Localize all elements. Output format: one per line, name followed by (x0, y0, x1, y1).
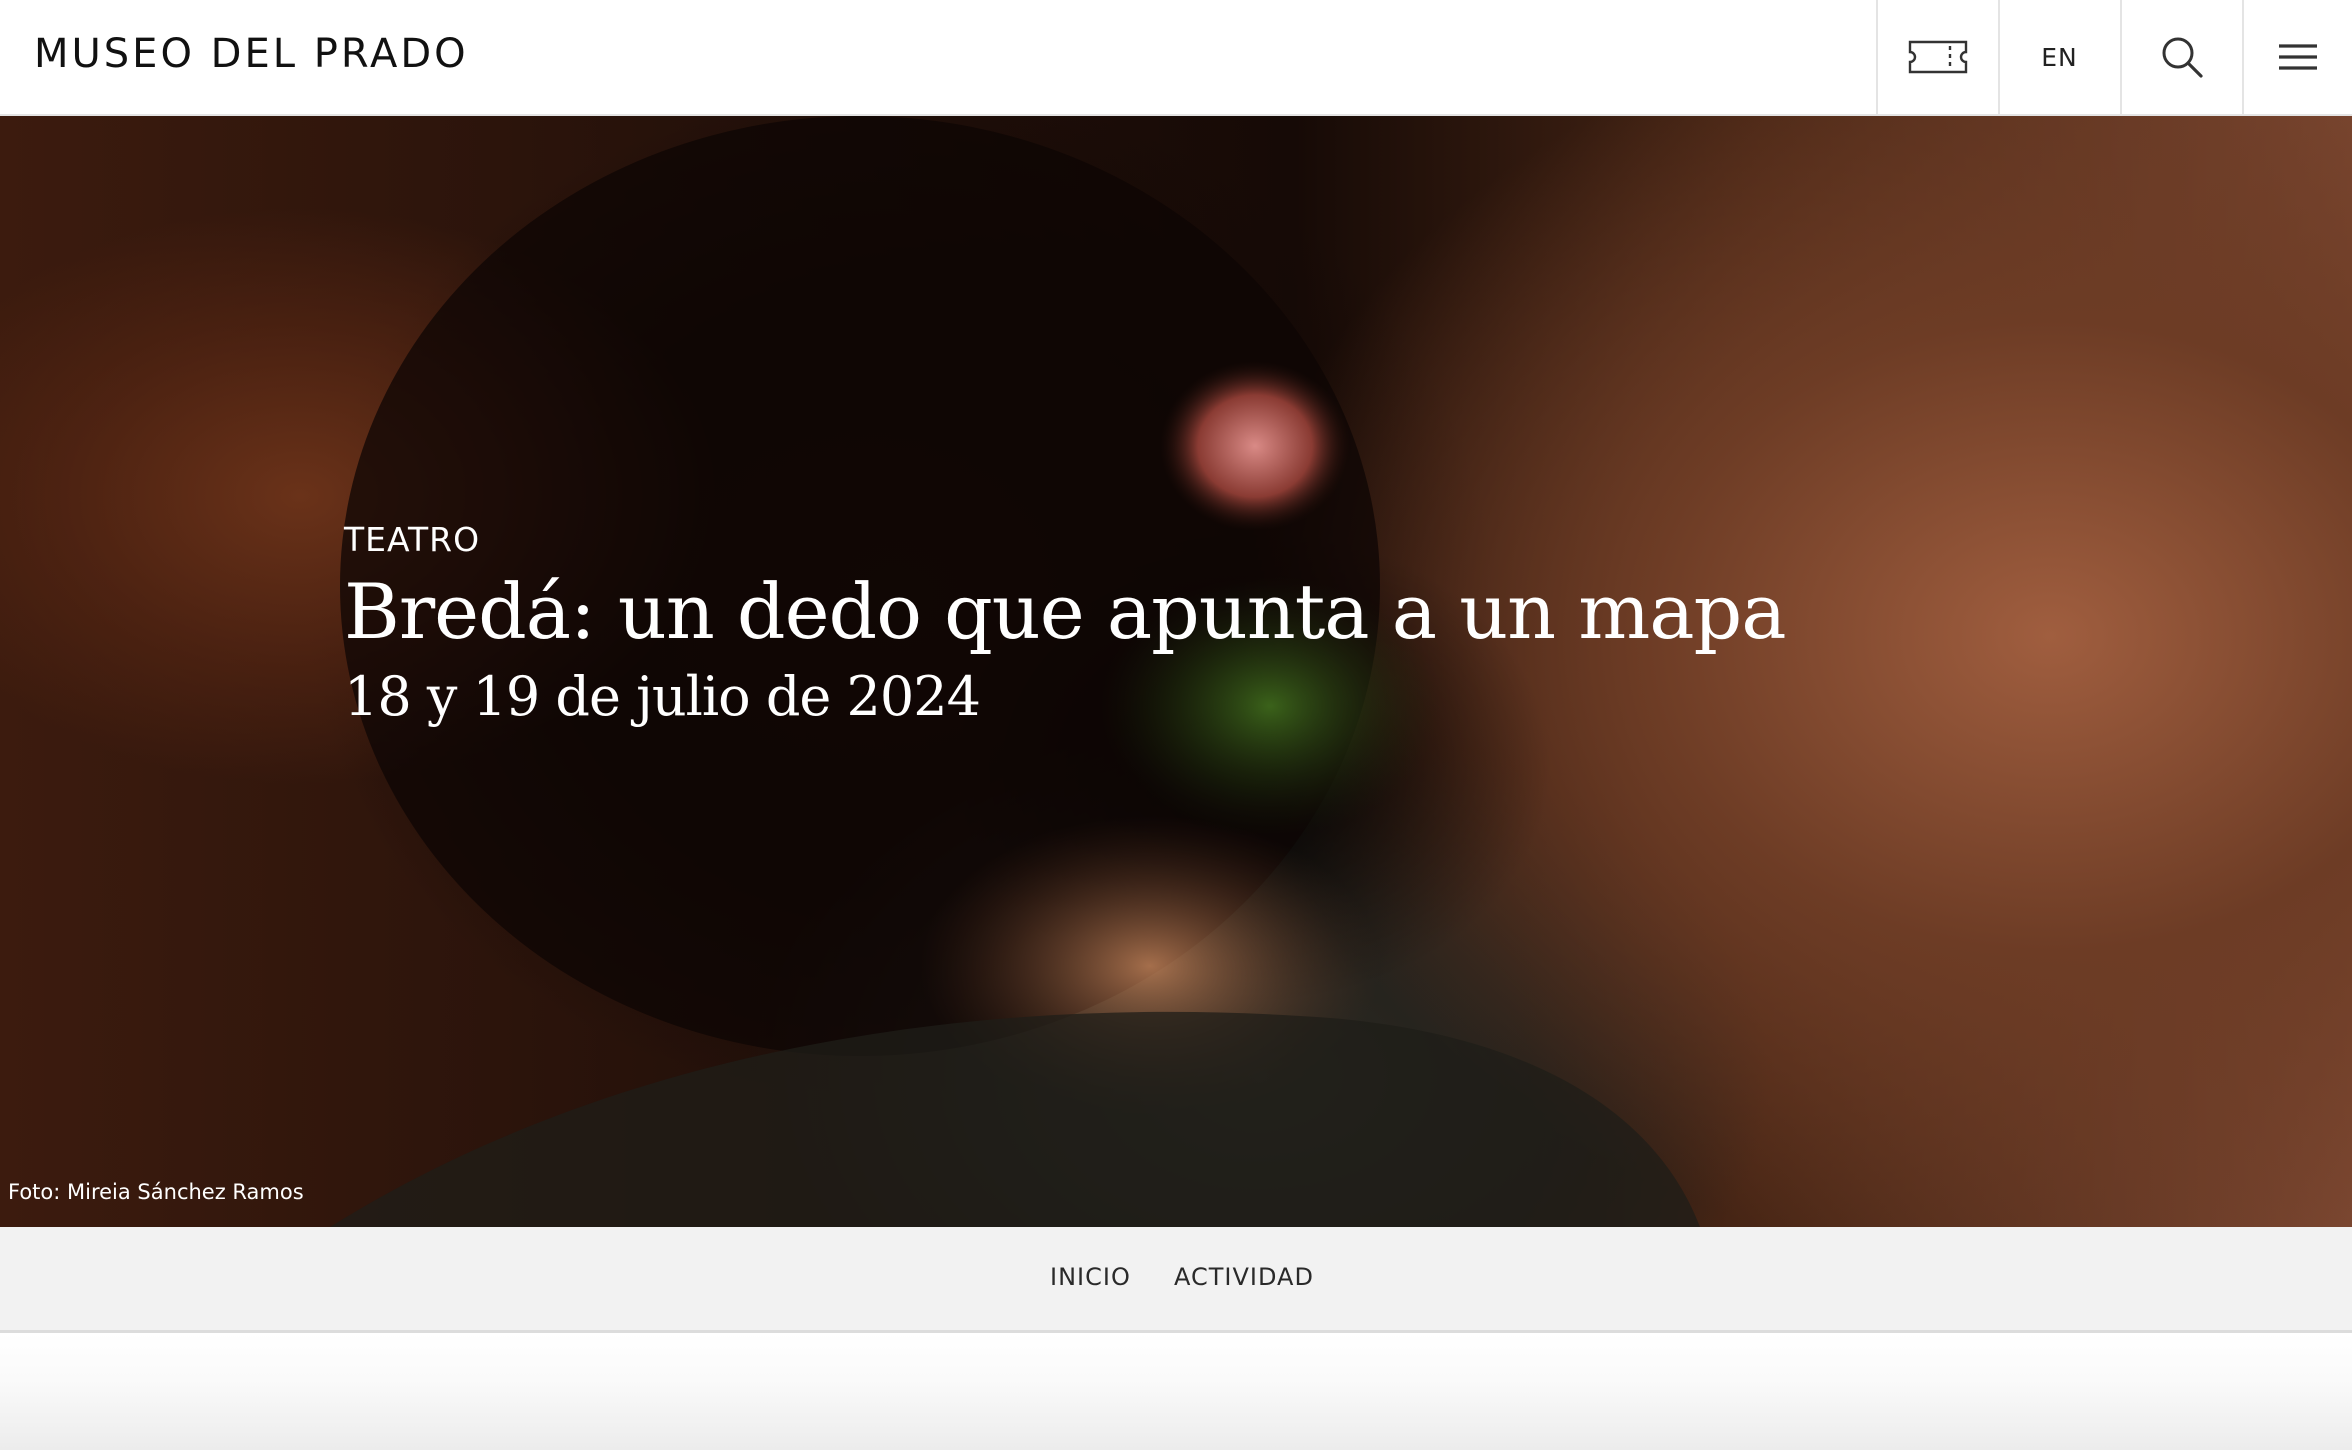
event-category: TEATRO (344, 520, 481, 559)
event-date: 18 y 19 de julio de 2024 (344, 665, 981, 728)
hero-banner: TEATRO Bredá: un dedo que apunta a un ma… (0, 116, 2352, 1227)
search-icon (2162, 37, 2203, 78)
language-button[interactable]: EN (1998, 0, 2119, 114)
site-logo[interactable]: MUSEO DEL PRADO (34, 26, 469, 82)
content-area (0, 1333, 2352, 1450)
menu-button[interactable] (2242, 0, 2352, 114)
search-button[interactable] (2120, 0, 2241, 114)
hero-text-block: TEATRO Bredá: un dedo que apunta a un ma… (344, 520, 1944, 732)
event-title: Bredá: un dedo que apunta a un mapa (344, 567, 1787, 656)
language-label: EN (2041, 42, 2078, 72)
nav-item-inicio[interactable]: INICIO (1050, 1263, 1131, 1291)
tickets-button[interactable] (1876, 0, 1997, 114)
hamburger-menu-icon (2279, 44, 2317, 70)
nav-item-actividad[interactable]: ACTIVIDAD (1174, 1263, 1314, 1291)
section-nav: INICIO ACTIVIDAD (0, 1227, 2352, 1333)
photo-credit: Foto: Mireia Sánchez Ramos (8, 1180, 304, 1204)
site-header: MUSEO DEL PRADO EN (0, 0, 2352, 116)
ticket-icon (1908, 40, 1967, 74)
